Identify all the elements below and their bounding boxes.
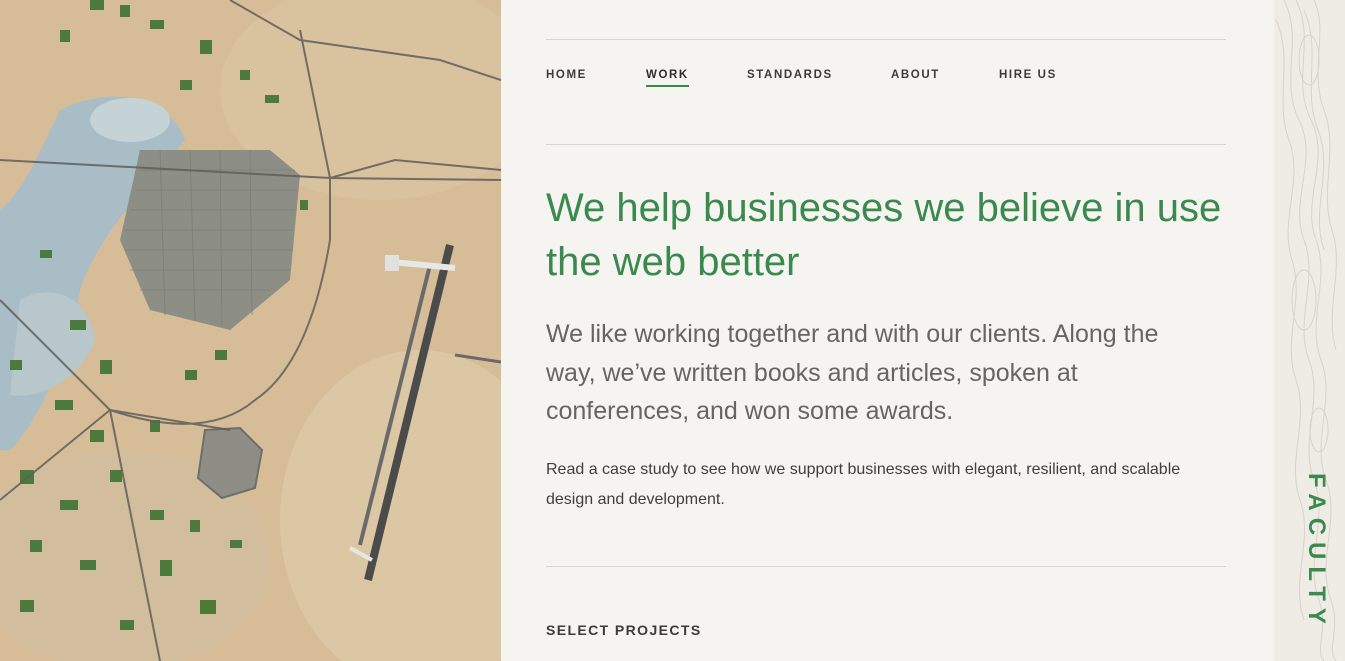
satellite-hero-image xyxy=(0,0,501,661)
hero-headline: We help businesses we believe in use the… xyxy=(546,186,1222,284)
select-projects-heading: SELECT PROJECTS xyxy=(546,622,702,638)
nav-hire-us[interactable]: HIRE US xyxy=(999,69,1057,81)
nav-divider xyxy=(546,144,1226,145)
hero-intro: We like working together and with our cl… xyxy=(546,320,1159,425)
faculty-logo[interactable]: FACULTY xyxy=(1302,473,1330,631)
nav-standards[interactable]: STANDARDS xyxy=(747,69,833,81)
main-content: HOME WORK STANDARDS ABOUT HIRE US We hel… xyxy=(546,0,1226,661)
top-divider xyxy=(546,39,1226,40)
nav-about[interactable]: ABOUT xyxy=(891,69,940,81)
case-study-text: Read a case study to see how we support … xyxy=(546,461,1181,508)
nav-work[interactable]: WORK xyxy=(646,69,689,87)
nav-home[interactable]: HOME xyxy=(546,69,587,81)
nav-work-label: WORK xyxy=(646,69,689,81)
section-divider xyxy=(546,566,1226,567)
nav-active-underline xyxy=(646,85,689,87)
